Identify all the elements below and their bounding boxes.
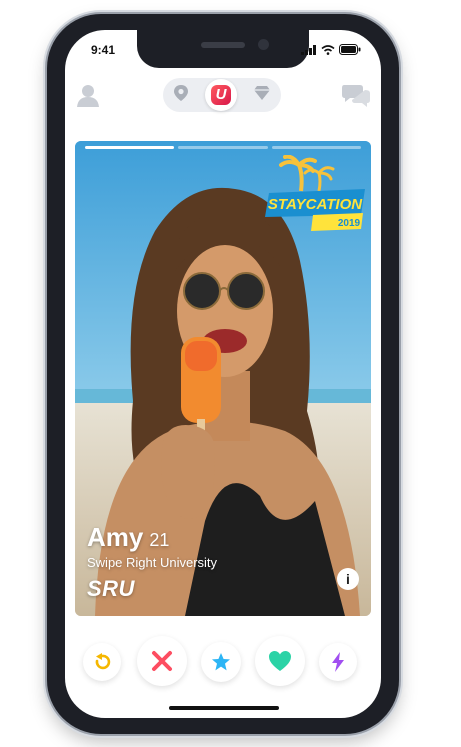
top-picks-button[interactable] — [253, 85, 271, 106]
lightning-icon — [332, 652, 344, 672]
close-icon — [152, 651, 172, 671]
boost-button[interactable] — [319, 643, 357, 681]
info-button[interactable]: i — [337, 568, 359, 590]
front-camera — [258, 39, 269, 50]
profile-age: 21 — [149, 530, 170, 550]
heart-icon — [269, 651, 291, 671]
nope-button[interactable] — [137, 636, 187, 686]
badge-year: 2019 — [338, 218, 361, 229]
home-logo-button[interactable]: U — [205, 79, 237, 111]
top-nav: U — [65, 74, 381, 118]
badge-title: STAYCATION — [268, 196, 363, 213]
chat-icon — [342, 85, 370, 107]
rewind-icon — [95, 653, 111, 670]
diamond-icon — [254, 85, 270, 100]
photo-progress-segment-2[interactable] — [178, 146, 268, 149]
profile-school: Swipe Right University — [87, 555, 218, 570]
signal-icon — [301, 44, 316, 55]
notch — [137, 30, 309, 68]
battery-icon — [339, 44, 361, 55]
palm-trees-icon — [279, 155, 335, 192]
profile-icon — [77, 85, 99, 107]
photo-progress-segment-1[interactable] — [85, 146, 175, 149]
action-bar — [65, 630, 381, 690]
name-age-line: Amy 21 — [87, 522, 217, 553]
location-button[interactable] — [173, 84, 189, 107]
profile-name: Amy — [87, 522, 144, 552]
phone-frame: 9:41 U STAYCATION 2019 Amy 21 Swipe Righ… — [47, 14, 399, 734]
status-time: 9:41 — [91, 43, 116, 57]
home-indicator[interactable] — [169, 706, 279, 710]
location-pin-icon — [174, 84, 188, 101]
phone-screen: 9:41 U STAYCATION 2019 Amy 21 Swipe Righ… — [65, 30, 381, 718]
staycation-badge: STAYCATION 2019 — [265, 155, 365, 231]
photo-progress — [85, 146, 361, 149]
messages-button[interactable] — [341, 82, 371, 108]
photo-progress-segment-3[interactable] — [271, 146, 361, 149]
profile-button[interactable] — [75, 82, 101, 108]
app-logo-icon: U — [211, 85, 231, 105]
super-like-button[interactable] — [201, 642, 241, 682]
profile-info: Amy 21 Swipe Right University SRU — [87, 522, 217, 602]
school-logo: SRU — [87, 576, 135, 601]
profile-card[interactable]: STAYCATION 2019 Amy 21 Swipe Right Unive… — [75, 141, 371, 616]
speaker — [201, 42, 245, 48]
discovery-switcher: U — [163, 78, 281, 112]
like-button[interactable] — [255, 636, 305, 686]
star-icon — [212, 653, 230, 671]
wifi-icon — [321, 44, 335, 55]
status-icons — [301, 44, 361, 55]
rewind-button[interactable] — [83, 643, 121, 681]
